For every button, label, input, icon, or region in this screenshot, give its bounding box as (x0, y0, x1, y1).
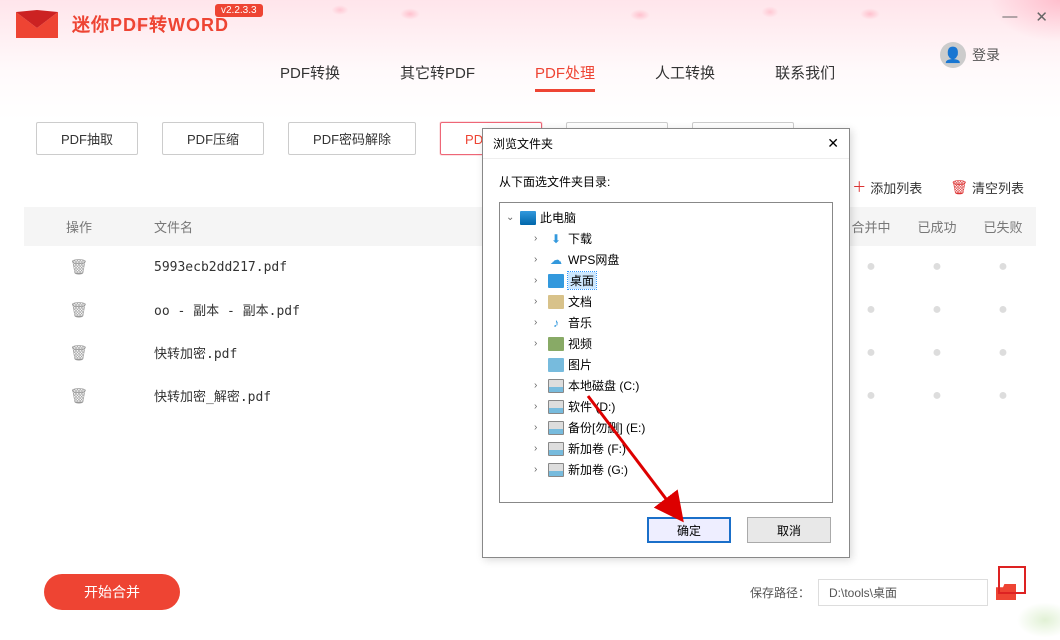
dialog-prompt: 从下面选文件夹目录: (499, 173, 833, 190)
vid-icon (548, 337, 564, 351)
add-list-button[interactable]: ＋添加列表 (852, 177, 922, 197)
dialog-close-button[interactable]: ✕ (827, 135, 839, 152)
tree-item[interactable]: ›文档 (520, 291, 830, 312)
dialog-cancel-button[interactable]: 取消 (747, 517, 831, 543)
nav-tab[interactable]: 联系我们 (775, 62, 835, 92)
subnav-button[interactable]: PDF压缩 (162, 122, 264, 155)
status-done: ● (904, 344, 970, 362)
wps-icon: ☁ (548, 253, 564, 267)
pic-icon (548, 358, 564, 372)
nav-tab[interactable]: 人工转换 (655, 62, 715, 92)
dl-icon: ⬇ (548, 232, 564, 246)
folder-tree[interactable]: ⌄此电脑 ›⬇下载›☁WPS网盘›桌面›文档›♪音乐›视频 图片›本地磁盘 (C… (499, 202, 833, 503)
disk-icon (548, 421, 564, 435)
row-delete-button[interactable]: 🗑 (24, 387, 134, 405)
save-path-value: D:\tools\桌面 (818, 579, 988, 606)
doc-icon (548, 295, 564, 309)
tree-item[interactable]: ›软件 (D:) (520, 396, 830, 417)
app-title: 迷你PDF转WORD (72, 11, 229, 37)
status-fail: ● (970, 387, 1036, 405)
plus-icon: ＋ (852, 177, 866, 197)
row-delete-button[interactable]: 🗑 (24, 344, 134, 362)
disk-icon (548, 442, 564, 456)
tree-item[interactable]: ›视频 (520, 333, 830, 354)
tree-item[interactable]: ›⬇下载 (520, 228, 830, 249)
disk-icon (548, 379, 564, 393)
tree-item[interactable]: ›♪音乐 (520, 312, 830, 333)
browse-folder-icon[interactable] (996, 584, 1016, 600)
clear-list-button[interactable]: 🗑清空列表 (950, 177, 1024, 197)
status-done: ● (904, 301, 970, 319)
disk-icon (548, 400, 564, 414)
trash-icon: 🗑 (950, 179, 968, 196)
subnav-button[interactable]: PDF密码解除 (288, 122, 416, 155)
tree-item[interactable]: ›新加卷 (F:) (520, 438, 830, 459)
minimize-button[interactable]: — (1002, 8, 1017, 26)
status-fail: ● (970, 301, 1036, 319)
nav-tab[interactable]: PDF处理 (535, 62, 595, 92)
browse-folder-dialog: 浏览文件夹 ✕ 从下面选文件夹目录: ⌄此电脑 ›⬇下载›☁WPS网盘›桌面›文… (482, 128, 850, 558)
version-badge: v2.2.3.3 (215, 4, 263, 17)
disk-icon (548, 463, 564, 477)
tree-item[interactable]: 图片 (520, 354, 830, 375)
start-merge-button[interactable]: 开始合并 (44, 574, 180, 610)
nav-tab[interactable]: 其它转PDF (400, 62, 475, 92)
tree-item[interactable]: ›备份[勿删] (E:) (520, 417, 830, 438)
desk-icon (548, 274, 564, 288)
status-fail: ● (970, 258, 1036, 276)
status-done: ● (904, 387, 970, 405)
close-button[interactable]: ✕ (1035, 8, 1048, 26)
main-nav: PDF转换 其它转PDF PDF处理 人工转换 联系我们 (0, 48, 1060, 104)
tree-item[interactable]: ›☁WPS网盘 (520, 249, 830, 270)
tree-item[interactable]: ›新加卷 (G:) (520, 459, 830, 480)
row-delete-button[interactable]: 🗑 (24, 258, 134, 276)
save-path-label: 保存路径： (750, 584, 810, 601)
mus-icon: ♪ (548, 316, 564, 330)
row-delete-button[interactable]: 🗑 (24, 301, 134, 319)
login-link[interactable]: 登录 (972, 45, 1000, 65)
dialog-ok-button[interactable]: 确定 (647, 517, 731, 543)
status-fail: ● (970, 344, 1036, 362)
subnav-button[interactable]: PDF抽取 (36, 122, 138, 155)
app-logo (12, 4, 62, 44)
tree-item[interactable]: ›桌面 (520, 270, 830, 291)
tree-item[interactable]: ›本地磁盘 (C:) (520, 375, 830, 396)
dialog-title: 浏览文件夹 (493, 135, 553, 152)
status-done: ● (904, 258, 970, 276)
pc-icon (520, 211, 536, 225)
nav-tab[interactable]: PDF转换 (280, 62, 340, 92)
avatar-icon[interactable]: 👤 (940, 42, 966, 68)
